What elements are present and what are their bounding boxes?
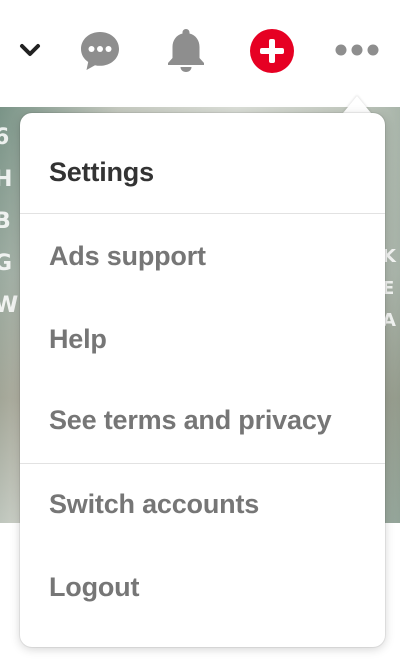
menu-item-ads-support[interactable]: Ads support	[20, 241, 385, 272]
more-options-menu: Settings Ads support Help See terms and …	[20, 113, 385, 647]
page: 6 H B G W K E A Settings Ads support Hel…	[0, 0, 400, 665]
menu-divider	[20, 213, 385, 214]
menu-item-help[interactable]: Help	[20, 324, 385, 355]
top-navigation-bar	[0, 0, 400, 100]
menu-item-logout[interactable]: Logout	[20, 572, 385, 603]
messages-button[interactable]	[76, 27, 124, 75]
menu-item-settings[interactable]: Settings	[20, 157, 385, 188]
menu-divider	[20, 463, 385, 464]
more-options-button[interactable]	[333, 30, 381, 70]
bell-icon	[168, 29, 204, 72]
plus-circle-icon	[250, 29, 294, 73]
create-button[interactable]	[248, 27, 296, 75]
notifications-button[interactable]	[162, 25, 210, 75]
more-dots-icon	[335, 44, 379, 56]
account-switcher-button[interactable]	[12, 30, 48, 70]
popover-caret	[343, 96, 371, 113]
menu-item-switch-accounts[interactable]: Switch accounts	[20, 489, 385, 520]
chat-bubble-icon	[81, 32, 119, 70]
chevron-down-icon	[20, 44, 40, 56]
menu-item-terms-privacy[interactable]: See terms and privacy	[20, 405, 385, 436]
